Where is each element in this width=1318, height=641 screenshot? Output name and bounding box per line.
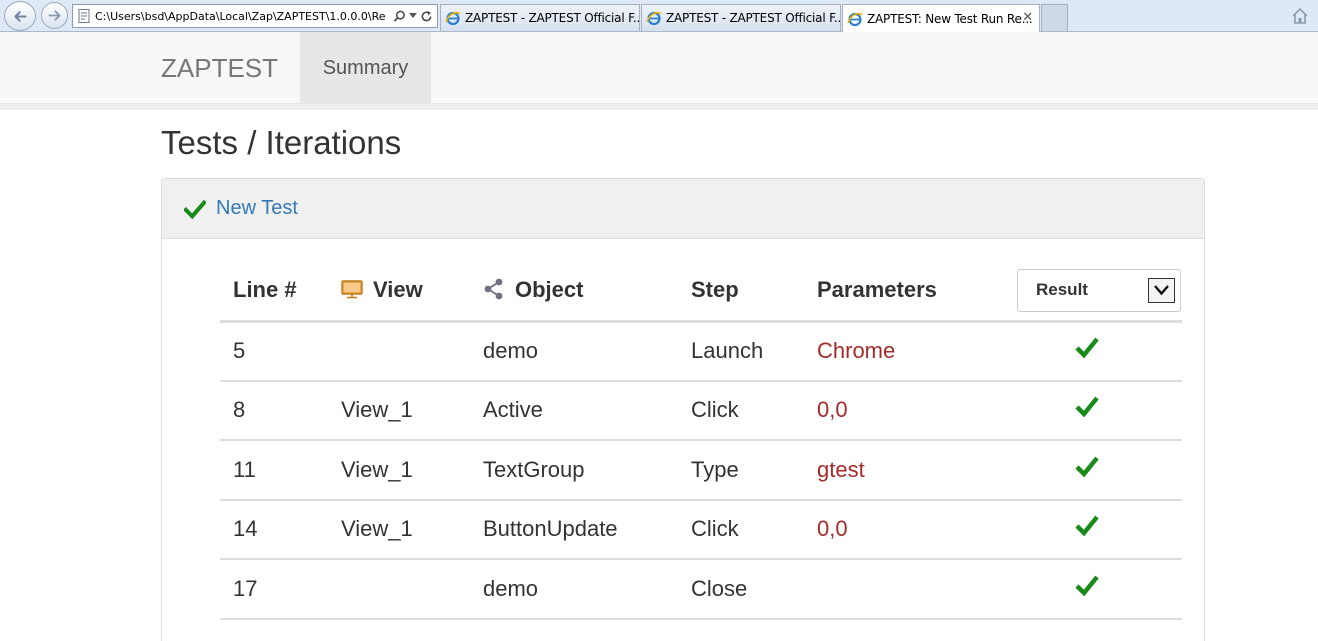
cell-object: Active — [470, 380, 678, 441]
table-row: 8 View_1 Active Click 0,0 — [220, 380, 1182, 441]
check-icon — [184, 199, 206, 219]
header-line-label: Line # — [233, 277, 297, 303]
dropdown-arrow-icon[interactable] — [409, 13, 417, 19]
panel-heading: New Test — [162, 179, 1204, 239]
cell-line: 8 — [220, 380, 328, 441]
app-navbar: ZAPTEST Summary — [0, 32, 1318, 104]
search-icon[interactable] — [393, 10, 406, 23]
refresh-icon[interactable] — [420, 10, 433, 23]
cell-step: Launch — [678, 321, 804, 382]
chevron-down-icon[interactable] — [1148, 277, 1175, 303]
cell-parameters: Chrome — [804, 321, 992, 382]
header-view-label: View — [373, 277, 423, 303]
cell-view — [328, 559, 470, 620]
header-parameters-label: Parameters — [817, 277, 937, 303]
check-icon — [1075, 337, 1099, 358]
browser-chrome: C:\Users\bsd\AppData\Local\Zap\ZAPTEST\1… — [0, 0, 1318, 32]
cell-parameters: 0,0 — [804, 499, 992, 560]
cell-object: ButtonUpdate — [470, 499, 678, 560]
navbar-divider — [0, 104, 1318, 110]
header-view: View — [328, 261, 470, 323]
header-parameters: Parameters — [804, 261, 992, 323]
check-icon — [1075, 575, 1099, 596]
test-panel: New Test Line # View Object Step Paramet… — [161, 178, 1205, 641]
cell-line: 5 — [220, 321, 328, 382]
arrow-right-icon — [48, 10, 61, 21]
forward-button[interactable] — [41, 2, 68, 29]
header-object: Object — [470, 261, 678, 323]
address-url[interactable]: C:\Users\bsd\AppData\Local\Zap\ZAPTEST\1… — [95, 10, 389, 23]
iterations-table: Line # View Object Step Parameters Resul… — [220, 261, 1182, 620]
monitor-icon — [341, 280, 363, 299]
result-filter-value: Result — [1036, 280, 1088, 300]
check-icon — [1075, 396, 1099, 418]
browser-tab-2[interactable]: ZAPTEST - ZAPTEST Official F... — [641, 4, 841, 31]
cell-view: View_1 — [328, 440, 470, 501]
cell-line: 14 — [220, 499, 328, 560]
cell-object: demo — [470, 559, 678, 620]
table-row: 14 View_1 ButtonUpdate Click 0,0 — [220, 499, 1182, 560]
cell-parameters: gtest — [804, 440, 992, 501]
check-icon — [1075, 456, 1099, 477]
ie-logo-icon — [445, 11, 461, 26]
check-icon — [1075, 515, 1099, 537]
header-result: Result — [992, 261, 1182, 323]
page-title: Tests / Iterations — [161, 124, 402, 161]
cell-result — [992, 440, 1182, 501]
new-tab-button[interactable] — [1041, 4, 1068, 31]
close-tab-icon[interactable]: ✕ — [1022, 10, 1033, 25]
browser-tab-label: ZAPTEST - ZAPTEST Official F... — [465, 11, 640, 25]
browser-tab-3-active[interactable]: ZAPTEST: New Test Run Re... ✕ — [842, 4, 1040, 32]
header-step: Step — [678, 261, 804, 323]
table-row: 5 demo Launch Chrome — [220, 321, 1182, 382]
cell-result — [992, 321, 1182, 382]
cell-view — [328, 321, 470, 382]
table-row: 17 demo Close — [220, 559, 1182, 620]
cell-view: View_1 — [328, 499, 470, 560]
header-object-label: Object — [515, 277, 584, 303]
ie-logo-icon — [646, 11, 662, 26]
brand-logo-text[interactable]: ZAPTEST — [161, 53, 278, 84]
panel-title-link[interactable]: New Test — [216, 197, 298, 220]
cell-step: Click — [678, 380, 804, 441]
cell-step: Click — [678, 499, 804, 560]
address-bar[interactable]: C:\Users\bsd\AppData\Local\Zap\ZAPTEST\1… — [72, 4, 438, 28]
cell-step: Close — [678, 559, 804, 620]
cell-object: TextGroup — [470, 440, 678, 501]
header-step-label: Step — [691, 277, 739, 303]
cell-line: 11 — [220, 440, 328, 501]
browser-tab-label: ZAPTEST - ZAPTEST Official F... — [666, 11, 841, 25]
browser-tab-label: ZAPTEST: New Test Run Re... — [867, 11, 1033, 26]
cell-step: Type — [678, 440, 804, 501]
cell-object: demo — [470, 321, 678, 382]
ie-logo-icon — [847, 12, 863, 26]
table-row: 11 View_1 TextGroup Type gtest — [220, 440, 1182, 501]
table-header-row: Line # View Object Step Parameters Resul… — [220, 261, 1182, 323]
arrow-left-icon — [13, 10, 27, 22]
share-nodes-icon — [484, 279, 503, 300]
cell-view: View_1 — [328, 380, 470, 441]
page-icon — [78, 9, 90, 23]
header-line: Line # — [220, 261, 328, 323]
result-filter-select[interactable]: Result — [1017, 268, 1181, 312]
cell-result — [992, 380, 1182, 441]
cell-line: 17 — [220, 559, 328, 620]
cell-parameters — [804, 559, 992, 620]
nav-summary-tab[interactable]: Summary — [300, 32, 431, 104]
cell-result — [992, 499, 1182, 560]
back-button[interactable] — [4, 1, 36, 31]
browser-tab-1[interactable]: ZAPTEST - ZAPTEST Official F... — [440, 4, 640, 31]
home-icon[interactable] — [1290, 6, 1310, 26]
cell-parameters: 0,0 — [804, 380, 992, 441]
cell-result — [992, 559, 1182, 620]
